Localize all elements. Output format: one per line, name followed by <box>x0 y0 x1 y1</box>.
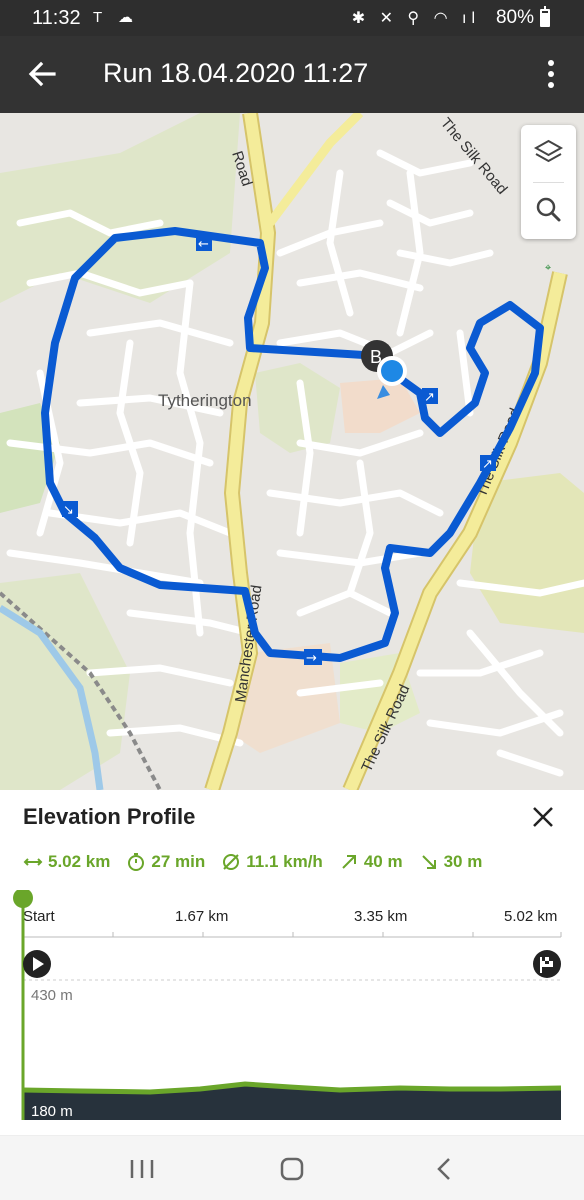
home-icon[interactable] <box>272 1154 312 1184</box>
stat-descent: 30 m <box>419 852 483 872</box>
park-area <box>255 363 340 453</box>
ascent-value: 40 m <box>363 852 403 871</box>
descent-icon <box>421 855 436 869</box>
battery-percent: 80% <box>495 7 534 28</box>
place-label: Tytherington <box>158 391 252 410</box>
route-direction-icon: → <box>304 649 322 666</box>
stat-ascent: 40 m <box>339 852 403 872</box>
route-direction-icon: ↗ <box>480 455 496 472</box>
elevation-max-label: 430 m <box>31 987 73 1004</box>
elevation-min-label: 180 m <box>31 1103 73 1120</box>
speed-icon <box>223 854 240 870</box>
elevation-title: Elevation Profile <box>23 804 196 829</box>
status-bar: 11:32 T ☁ ✱ ✕ ⚲ ◠ ıl 80% <box>0 0 584 36</box>
descent-value: 30 m <box>443 852 483 871</box>
map-view[interactable]: Road The Silk Road The Silk Road The Sil… <box>0 113 584 790</box>
axis-ticks <box>22 932 562 937</box>
status-time: 11:32 <box>32 7 81 29</box>
page-title: Run 18.04.2020 11:27 <box>103 58 369 88</box>
elevation-chart: 430 m 180 m <box>13 890 562 1120</box>
svg-text:→: → <box>306 651 317 666</box>
cursor-handle[interactable] <box>13 890 33 908</box>
distance-value: 5.02 km <box>48 852 111 871</box>
elevation-profile[interactable]: Start 1.67 km 3.35 km 5.02 km 430 m 180 … <box>0 890 584 1135</box>
svg-text:↗: ↗ <box>482 457 493 472</box>
park-area <box>0 113 240 303</box>
app-bar: Run 18.04.2020 11:27 <box>0 36 584 113</box>
system-nav-bar <box>0 1135 584 1200</box>
map-canvas: Road The Silk Road The Silk Road The Sil… <box>0 113 584 790</box>
layers-icon[interactable] <box>521 125 576 181</box>
ascent-icon <box>342 855 356 869</box>
svg-text:←: ← <box>198 237 209 252</box>
back-icon[interactable] <box>424 1154 464 1184</box>
stat-speed: 11.1 km/h <box>221 852 323 872</box>
road-label: The Silk Road <box>437 115 511 198</box>
recent-apps-icon[interactable] <box>122 1154 162 1184</box>
timer-icon <box>128 853 145 871</box>
map-marker: ⌖ <box>545 262 551 274</box>
route-stats: 5.02 km 27 min 11.1 km/h 40 m 30 m <box>23 852 482 872</box>
battery-icon <box>540 6 550 27</box>
link-road <box>266 113 364 226</box>
elevation-panel: Elevation Profile 5.02 km 27 min 11.1 km… <box>0 790 584 1135</box>
svg-text:↗: ↗ <box>424 390 435 405</box>
route-direction-icon: ↘ <box>62 501 78 518</box>
notification-icons: T ☁ <box>93 9 140 26</box>
route-direction-icon: ← <box>196 235 212 252</box>
map-controls <box>521 125 576 239</box>
more-vert-icon[interactable] <box>536 58 566 92</box>
finish-flag-icon <box>533 950 561 978</box>
close-icon[interactable] <box>530 804 556 830</box>
back-arrow-icon[interactable] <box>22 54 62 94</box>
park-area <box>0 573 130 790</box>
speed-value: 11.1 km/h <box>246 852 323 871</box>
distance-icon <box>23 858 43 866</box>
stat-duration: 27 min <box>126 852 205 872</box>
stat-distance: 5.02 km <box>23 852 110 872</box>
route-direction-icon: ↗ <box>422 388 438 405</box>
search-icon[interactable] <box>521 183 576 239</box>
duration-value: 27 min <box>151 852 206 871</box>
svg-text:↘: ↘ <box>63 503 74 518</box>
start-flag-icon <box>23 950 51 978</box>
system-icons: ✱ ✕ ⚲ ◠ ıl <box>351 10 480 27</box>
